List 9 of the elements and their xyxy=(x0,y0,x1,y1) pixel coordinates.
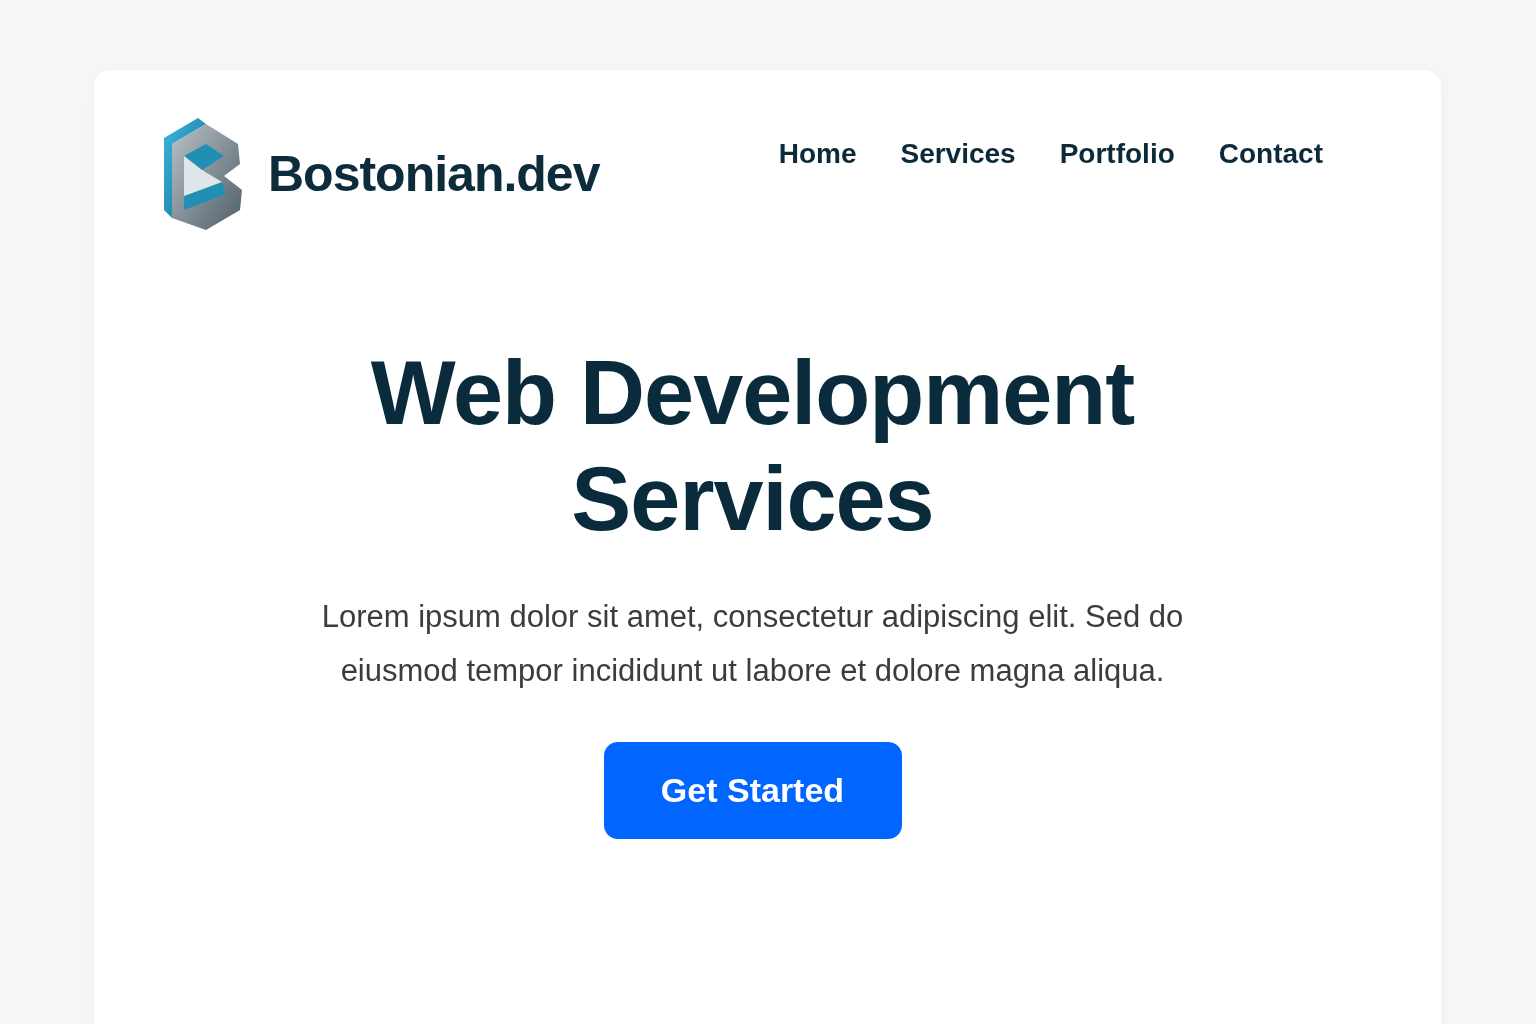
brand-name: Bostonian.dev xyxy=(268,145,600,203)
hero-title: Web Development Services xyxy=(369,342,1136,551)
logo-icon xyxy=(162,118,244,230)
hero-text: Lorem ipsum dolor sit amet, consectetur adipiscing elit. Sed do eiusmod tempor incididunt ut labore et dolore magna aliqua. xyxy=(320,598,1185,690)
get-started-button[interactable]: Get Started xyxy=(603,742,902,839)
nav-link[interactable]: Home xyxy=(778,138,857,170)
nav-link[interactable]: Services xyxy=(900,138,1016,170)
nav-link[interactable]: Portfolio xyxy=(1059,138,1175,170)
nav-link[interactable]: Contact xyxy=(1218,138,1323,170)
